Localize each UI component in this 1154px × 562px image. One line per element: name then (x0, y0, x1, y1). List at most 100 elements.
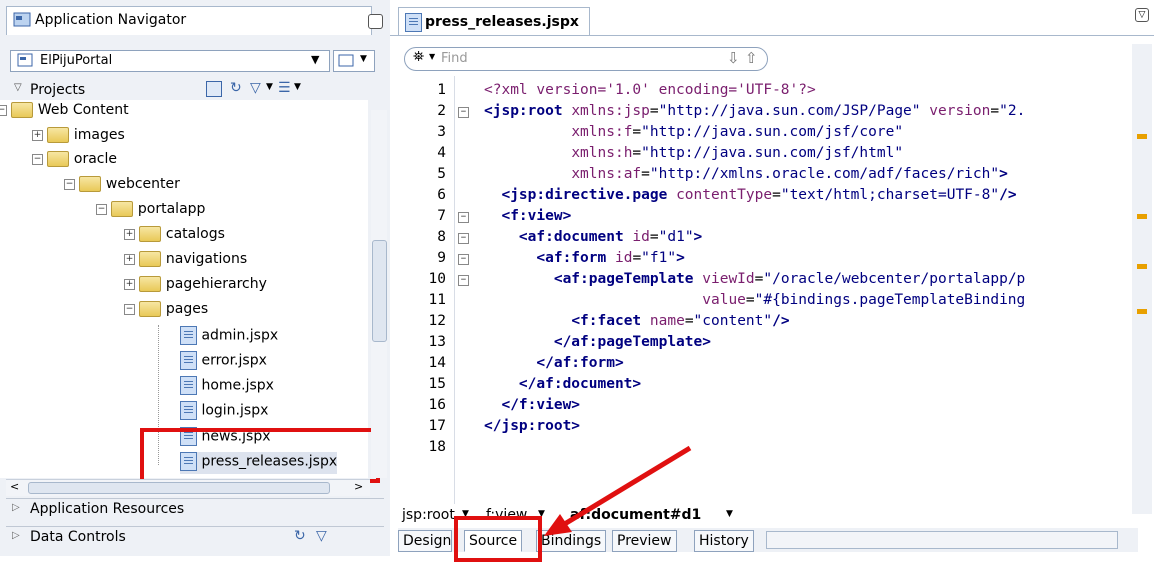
application-selector[interactable]: ElPijuPortal ▼ (10, 50, 330, 72)
find-next-icon[interactable]: ⇩ (727, 49, 740, 67)
folder-icon (139, 301, 162, 317)
code-line: <jsp:directive.page contentType="text/ht… (501, 187, 1017, 203)
folder-icon (79, 176, 102, 192)
tab-design[interactable]: Design (398, 530, 452, 552)
code-line: xmlns:af="http://xmlns.oracle.com/adf/fa… (571, 166, 1008, 182)
binoculars-icon[interactable]: ⛯ (413, 49, 424, 65)
code-line: xmlns:f="http://java.sun.com/jsf/core" (571, 124, 904, 140)
application-name: ElPijuPortal (40, 53, 113, 68)
folder-icon (111, 201, 134, 217)
folder-icon (139, 226, 162, 242)
tree-item-webcenter[interactable]: − webcenter (64, 176, 180, 198)
tree-item-pagehierarchy[interactable]: + pagehierarchy (124, 276, 267, 298)
editor-tab-title: press_releases.jspx (425, 14, 579, 30)
editor-menu-icon[interactable]: ▽ (1135, 8, 1149, 22)
application-icon (17, 53, 33, 67)
tree-item-admin-jspx[interactable]: admin.jspx (180, 326, 278, 348)
annotation-arrow (544, 445, 692, 536)
accordion-data-controls[interactable]: ▷ Data Controls ↻ ▽ (6, 526, 384, 549)
jspx-file-icon (405, 13, 422, 32)
scrollbar-thumb[interactable] (28, 482, 330, 494)
fold-icon[interactable]: − (458, 233, 469, 244)
tree-item-navigations[interactable]: + navigations (124, 251, 247, 273)
jspx-file-icon (180, 376, 197, 395)
tree-item-catalogs[interactable]: + catalogs (124, 226, 225, 248)
minimize-icon[interactable] (368, 14, 383, 29)
tree-item-login-jspx[interactable]: login.jspx (180, 401, 268, 423)
editor-overview-ruler[interactable] (1132, 44, 1152, 514)
code-line: </jsp:root> (484, 418, 581, 434)
sort-icon[interactable]: ☰ (278, 80, 291, 96)
scroll-left-icon[interactable]: < (10, 480, 19, 493)
code-line: <f:view> (501, 208, 572, 224)
accordion-application-resources[interactable]: ▷ Application Resources (6, 498, 384, 521)
navigator-title: Application Navigator (35, 12, 187, 28)
find-previous-icon[interactable]: ⇧ (745, 49, 758, 67)
filter-icon[interactable]: ▽ (316, 528, 327, 544)
fold-icon[interactable]: − (458, 212, 469, 223)
line-numbers: 1 2 3 4 5 6 7 8 9 10 11 12 13 14 15 16 1… (428, 82, 446, 455)
tree-item-pages[interactable]: − pages (124, 301, 208, 323)
application-navigator-icon (13, 12, 31, 27)
code-line: xmlns:h="http://java.sun.com/jsf/html" (571, 145, 904, 161)
tree-item-error-jspx[interactable]: error.jspx (180, 351, 267, 373)
tree-item-oracle[interactable]: − oracle (32, 151, 117, 173)
chevron-down-icon[interactable]: ▼ (311, 53, 319, 66)
editor-horizontal-scrollbar[interactable] (766, 531, 1118, 549)
folder-icon (11, 102, 34, 118)
find-options-icon[interactable]: ▼ (429, 52, 435, 61)
tree-vertical-scrollbar[interactable] (371, 110, 387, 478)
code-line: </af:document> (518, 376, 642, 392)
expand-triangle-icon: ▷ (12, 530, 20, 541)
code-line: <af:pageTemplate viewId="/oracle/webcent… (553, 271, 1026, 287)
application-menu-button[interactable]: ▼ (333, 50, 375, 72)
editor-tab[interactable]: press_releases.jspx (398, 7, 590, 36)
fold-icon[interactable]: − (458, 254, 469, 265)
view-icon[interactable] (206, 81, 222, 97)
project-tree: − Web Content + images − oracle − webcen… (0, 100, 368, 478)
code-line: <f:facet name="content"/> (571, 313, 790, 329)
code-line: </af:pageTemplate> (553, 334, 711, 350)
code-line: <?xml version='1.0' encoding='UTF-8'?> (484, 82, 816, 98)
find-input[interactable]: ⛯ ▼ Find ⇩ ⇧ (404, 47, 768, 71)
folder-icon (47, 127, 70, 143)
application-menu-icon (338, 54, 354, 67)
breadcrumb-item[interactable]: jsp:root (402, 507, 455, 523)
folder-icon (139, 276, 162, 292)
projects-header[interactable]: ▽ Projects ↻ ▽ ▼ ☰ ▼ (10, 80, 378, 100)
source-editor[interactable]: 1 2 3 4 5 6 7 8 9 10 11 12 13 14 15 16 1… (398, 76, 1132, 504)
fold-icon[interactable]: − (458, 107, 469, 118)
highlight-box (140, 428, 380, 483)
accordion-label: Data Controls (30, 529, 126, 545)
sort-dropdown-icon[interactable]: ▼ (294, 82, 301, 92)
jspx-file-icon (180, 326, 197, 345)
tree-item-portalapp[interactable]: − portalapp (96, 201, 205, 223)
code-line: <jsp:root xmlns:jsp="http://java.sun.com… (484, 103, 1026, 119)
folder-icon (139, 251, 162, 267)
jspx-file-icon (180, 351, 197, 370)
find-placeholder: Find (441, 51, 468, 66)
scroll-right-icon[interactable]: > (354, 480, 363, 493)
jspx-file-icon (180, 401, 197, 420)
scrollbar-thumb[interactable] (372, 240, 387, 342)
tree-item-images[interactable]: + images (32, 127, 125, 149)
filter-icon[interactable]: ▽ (250, 80, 261, 96)
tree-item-home-jspx[interactable]: home.jspx (180, 376, 274, 398)
collapse-triangle-icon[interactable]: ▽ (14, 82, 22, 93)
tree-item-web-content[interactable]: − Web Content (0, 102, 129, 124)
chevron-down-icon[interactable]: ▼ (726, 509, 733, 519)
refresh-icon[interactable]: ↻ (230, 80, 242, 96)
code-line: </af:form> (536, 355, 624, 371)
refresh-icon[interactable]: ↻ (294, 528, 306, 544)
projects-label: Projects (30, 82, 86, 98)
code-line: <af:document id="d1"> (518, 229, 703, 245)
tree-horizontal-scrollbar[interactable]: < > (6, 479, 370, 496)
filter-dropdown-icon[interactable]: ▼ (266, 82, 273, 92)
folder-icon (47, 151, 70, 167)
highlight-box (454, 516, 542, 562)
code-line: </f:view> (501, 397, 581, 413)
fold-icon[interactable]: − (458, 275, 469, 286)
accordion-label: Application Resources (30, 501, 185, 517)
navigator-tab[interactable]: Application Navigator (6, 6, 372, 35)
expand-triangle-icon: ▷ (12, 502, 20, 513)
